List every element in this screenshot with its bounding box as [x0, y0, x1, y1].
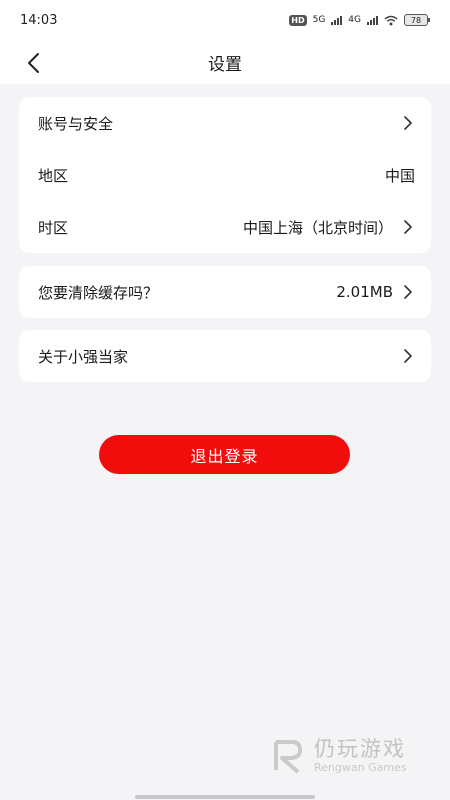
- logout-button[interactable]: 退出登录: [99, 435, 350, 474]
- watermark-logo-icon: [274, 740, 302, 774]
- row-label: 地区: [38, 166, 69, 185]
- chevron-right-icon: [401, 284, 415, 300]
- back-button[interactable]: [18, 48, 48, 78]
- battery-icon: 78: [404, 14, 430, 26]
- settings-row-region[interactable]: 地区 中国: [19, 149, 431, 201]
- settings-row-account-security[interactable]: 账号与安全: [19, 97, 431, 149]
- network-4g-label: 4G: [348, 15, 361, 25]
- home-indicator: [135, 795, 315, 799]
- watermark-title: 仍玩游戏: [314, 737, 406, 761]
- nav-bar: 设置: [0, 40, 450, 84]
- chevron-right-icon: [401, 115, 415, 131]
- hd-badge: HD: [289, 14, 307, 26]
- row-label: 关于小强当家: [38, 347, 129, 366]
- settings-row-timezone[interactable]: 时区 中国上海（北京时间）: [19, 201, 431, 253]
- row-label: 您要清除缓存吗？: [38, 283, 159, 302]
- settings-card-account: 账号与安全 地区 中国 时区 中国上海（北京时间）: [19, 97, 431, 253]
- status-icons: HD 5G 4G 78: [289, 14, 430, 26]
- watermark: 仍玩游戏 Rengwan Games: [272, 732, 432, 780]
- settings-row-clear-cache[interactable]: 您要清除缓存吗？ 2.01MB: [19, 266, 431, 318]
- wifi-icon: [384, 15, 398, 25]
- signal-1-icon: [331, 15, 343, 25]
- page-title: 设置: [208, 54, 242, 75]
- settings-card-cache: 您要清除缓存吗？ 2.01MB: [19, 266, 431, 318]
- row-value: 中国上海（北京时间）: [242, 218, 393, 237]
- watermark-subtitle: Rengwan Games: [314, 761, 407, 774]
- network-5g-label: 5G: [312, 15, 326, 25]
- row-label: 时区: [38, 218, 69, 237]
- chevron-right-icon: [401, 348, 415, 364]
- row-label: 账号与安全: [38, 114, 114, 133]
- chevron-left-icon: [28, 53, 39, 73]
- status-time: 14:03: [20, 12, 58, 28]
- status-bar: 14:03 HD 5G 4G 78: [0, 0, 450, 40]
- chevron-right-icon: [401, 219, 415, 235]
- battery-level: 78: [410, 15, 422, 25]
- settings-card-about: 关于小强当家: [19, 330, 431, 382]
- row-value: 2.01MB: [336, 283, 393, 301]
- signal-2-icon: [367, 15, 378, 25]
- row-value: 中国: [384, 166, 415, 185]
- settings-row-about[interactable]: 关于小强当家: [19, 330, 431, 382]
